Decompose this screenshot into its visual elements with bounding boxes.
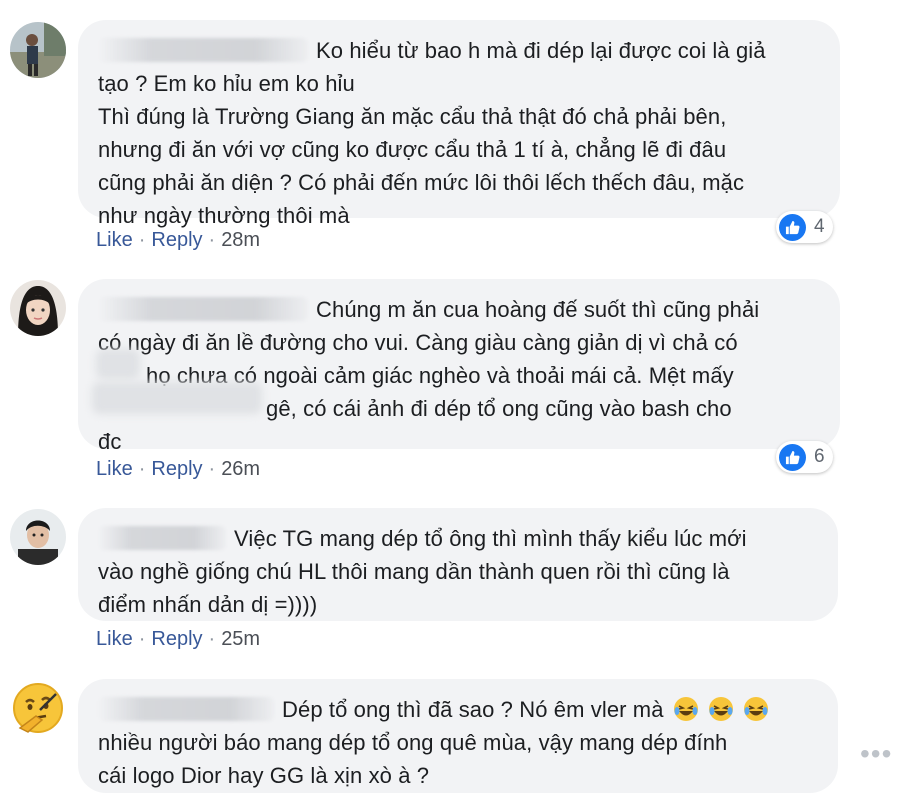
thumbs-up-icon (779, 213, 806, 241)
comment-text-line: Ko hiểu từ bao h mà đi dép lại được coi … (316, 38, 766, 63)
comment-bubble: Việc TG mang dép tổ ông thì mình thấy ki… (78, 508, 838, 621)
comment-bubble: Chúng m ăn cua hoàng đế suốt thì cũng ph… (78, 279, 840, 454)
avatar[interactable] (10, 22, 66, 78)
comment-text-line: Thì đúng là Trường Giang ăn mặc cẩu thả … (98, 104, 727, 129)
reaction-number: 4 (814, 216, 825, 237)
redaction-blur (92, 382, 262, 414)
comment-text-line: Dép tổ ong thì đã sao ? Nó êm vler mà (282, 697, 664, 722)
comment-text-line: vào nghề giống chú HL thôi mang dần thàn… (98, 559, 730, 584)
comment-text-line: đc (98, 429, 122, 454)
reaction-number: 6 (814, 446, 825, 467)
laughing-tears-emoji-icon (744, 697, 769, 721)
timestamp[interactable]: 25m (221, 628, 260, 650)
comment-bubble: Ko hiểu từ bao h mà đi dép lại được coi … (78, 20, 840, 228)
comment-text-line: nhưng đi ăn với vợ cũng ko được cẩu thả … (98, 137, 727, 162)
laughing-tears-emoji-icon (673, 697, 698, 721)
comment-text-line: tạo ? Em ko hỉu em ko hỉu (98, 71, 355, 96)
comment-text-line: cái logo Dior hay GG là xịn xò à ? (98, 763, 430, 788)
comment-text-line: Việc TG mang dép tổ ông thì mình thấy ki… (234, 526, 747, 551)
reaction-count[interactable]: 6 (776, 441, 833, 473)
comment-text-line: như ngày thường thôi mà (98, 203, 350, 228)
avatar[interactable] (10, 280, 66, 336)
author-name-blurred[interactable] (98, 297, 308, 321)
reaction-count[interactable]: 4 (776, 211, 833, 243)
like-link[interactable]: Like (96, 628, 133, 650)
reply-link[interactable]: Reply (151, 229, 202, 251)
comment-text-line: nhiều người báo mang dép tổ ong quê mùa,… (98, 730, 728, 755)
comment-bubble: Dép tổ ong thì đã sao ? Nó êm vler mà nh… (78, 679, 838, 793)
comment-text-line: Chúng m ăn cua hoàng đế suốt thì cũng ph… (316, 297, 760, 322)
comment-actions: Like · Reply · 26m (96, 458, 260, 481)
more-options-icon[interactable]: ••• (860, 738, 892, 770)
timestamp[interactable]: 28m (221, 229, 260, 251)
separator-dot: · (138, 628, 146, 650)
like-link[interactable]: Like (96, 229, 133, 251)
like-link[interactable]: Like (96, 458, 133, 480)
redaction-blur (96, 349, 140, 379)
separator-dot: · (138, 229, 146, 251)
comment-actions: Like · Reply · 25m (96, 628, 260, 651)
separator-dot: · (208, 458, 216, 480)
avatar[interactable] (10, 680, 66, 736)
separator-dot: · (208, 229, 216, 251)
avatar[interactable] (10, 509, 66, 565)
reply-link[interactable]: Reply (151, 628, 202, 650)
thumbs-up-icon (779, 443, 806, 471)
timestamp[interactable]: 26m (221, 458, 260, 480)
comment-text-line: có ngày đi ăn lề đường cho vui. Càng già… (98, 330, 738, 355)
author-name-blurred[interactable] (98, 526, 226, 550)
comment-text-line: điểm nhấn dản dị =)))) (98, 592, 318, 617)
separator-dot: · (138, 458, 146, 480)
comment-text-line: cũng phải ăn diện ? Có phải đến mức lôi … (98, 170, 745, 195)
author-name-blurred[interactable] (98, 697, 274, 721)
reply-link[interactable]: Reply (151, 458, 202, 480)
laughing-tears-emoji-icon (709, 697, 734, 721)
author-name-blurred[interactable] (98, 38, 308, 62)
separator-dot: · (208, 628, 216, 650)
comment-actions: Like · Reply · 28m (96, 229, 260, 252)
